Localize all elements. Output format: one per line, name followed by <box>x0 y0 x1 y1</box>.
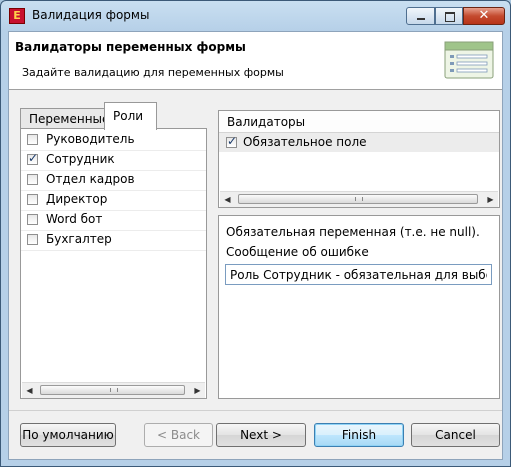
dialog-body: Валидаторы переменных формы Задайте вали… <box>8 31 503 460</box>
window-title: Валидация формы <box>32 8 150 22</box>
close-button[interactable]: ✕ <box>463 7 505 25</box>
scroll-right-icon[interactable]: ▶ <box>190 383 205 398</box>
back-button[interactable]: < Back <box>144 423 213 447</box>
minimize-icon <box>417 18 425 20</box>
app-icon: E <box>9 8 25 24</box>
role-checkbox[interactable] <box>27 234 38 245</box>
scroll-thumb[interactable] <box>40 385 185 395</box>
validator-description: Обязательная переменная (т.е. не null). <box>226 225 480 239</box>
page-title: Валидаторы переменных формы <box>15 40 246 54</box>
role-label: Word бот <box>46 212 103 226</box>
validator-label: Обязательное поле <box>243 135 367 149</box>
roles-list: Руководитель Сотрудник Отдел кадров Дире… <box>21 131 206 251</box>
role-checkbox[interactable] <box>27 174 38 185</box>
scroll-right-icon[interactable]: ▶ <box>483 192 498 207</box>
grip-icon <box>109 388 118 392</box>
minimize-button[interactable] <box>406 7 435 25</box>
tab-roles[interactable]: Роли <box>104 102 157 130</box>
error-message-label: Сообщение об ошибке <box>226 245 369 259</box>
validators-header: Валидаторы <box>219 111 499 133</box>
list-item[interactable]: Директор <box>21 191 206 211</box>
role-label: Бухгалтер <box>46 232 112 246</box>
validator-details-panel: Обязательная переменная (т.е. не null). … <box>218 215 500 399</box>
list-item[interactable]: Сотрудник <box>21 151 206 171</box>
role-label: Руководитель <box>46 132 135 146</box>
finish-button[interactable]: Finish <box>314 423 404 447</box>
validators-header-label: Валидаторы <box>227 115 306 129</box>
validator-checkbox[interactable] <box>226 134 237 148</box>
cancel-button[interactable]: Cancel <box>411 423 500 447</box>
footer-divider <box>9 410 502 411</box>
error-message-input[interactable] <box>225 264 492 285</box>
role-label: Директор <box>46 192 108 206</box>
role-checkbox[interactable] <box>27 134 38 145</box>
scroll-left-icon[interactable]: ◀ <box>220 192 235 207</box>
role-checkbox[interactable] <box>27 214 38 225</box>
form-icon <box>444 41 494 79</box>
wizard-header: Валидаторы переменных формы Задайте вали… <box>9 32 502 90</box>
scroll-thumb[interactable] <box>238 194 478 204</box>
list-item[interactable]: Отдел кадров <box>21 171 206 191</box>
close-icon: ✕ <box>478 8 490 23</box>
role-checkbox[interactable] <box>27 151 38 165</box>
scroll-left-icon[interactable]: ◀ <box>22 383 37 398</box>
page-description: Задайте валидацию для переменных формы <box>22 66 284 79</box>
list-item[interactable]: Word бот <box>21 211 206 231</box>
validator-row[interactable]: Обязательное поле <box>219 133 499 152</box>
role-checkbox[interactable] <box>27 194 38 205</box>
dialog-window: E Валидация формы ✕ Валидаторы переменны… <box>0 0 511 467</box>
tab-variables[interactable]: Переменные <box>20 108 109 128</box>
roles-panel: Руководитель Сотрудник Отдел кадров Дире… <box>20 128 207 399</box>
title-bar[interactable]: E Валидация формы ✕ <box>1 1 510 31</box>
defaults-button[interactable]: По умолчанию <box>20 423 116 447</box>
validators-horizontal-scrollbar[interactable]: ◀ ▶ <box>220 191 498 207</box>
next-button[interactable]: Next > <box>216 423 306 447</box>
list-item[interactable]: Руководитель <box>21 131 206 151</box>
validators-panel: Валидаторы Обязательное поле ◀ ▶ <box>218 110 500 208</box>
role-label: Отдел кадров <box>46 172 135 186</box>
list-item[interactable]: Бухгалтер <box>21 231 206 251</box>
grip-icon <box>355 197 363 201</box>
roles-horizontal-scrollbar[interactable]: ◀ ▶ <box>22 382 205 398</box>
role-label: Сотрудник <box>46 152 115 166</box>
maximize-icon <box>445 12 455 22</box>
maximize-button[interactable] <box>435 7 463 25</box>
